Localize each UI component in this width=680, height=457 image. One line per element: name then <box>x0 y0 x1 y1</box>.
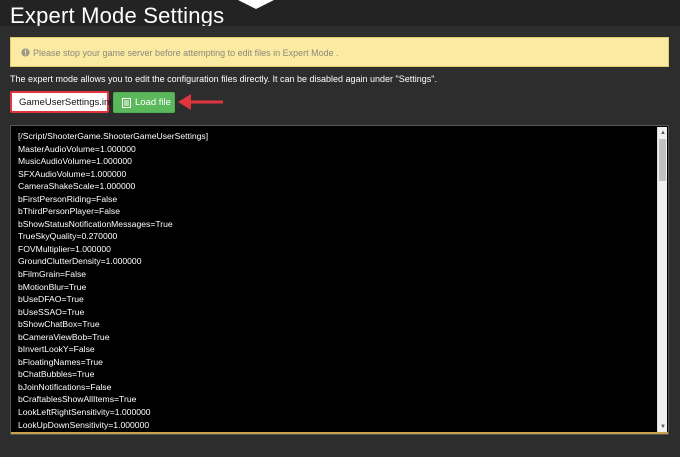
description-text: The expert mode allows you to edit the c… <box>10 74 437 84</box>
scroll-up-icon[interactable]: ▲ <box>659 128 667 138</box>
editor-line: bMotionBlur=True <box>18 281 87 292</box>
editor-line: LookUpDownSensitivity=1.000000 <box>18 419 150 430</box>
editor-line: MasterAudioVolume=1.000000 <box>18 143 136 154</box>
editor-line: bJoinNotifications=False <box>18 381 112 392</box>
editor-line: bFloatingNames=True <box>18 356 103 367</box>
editor-line: MusicAudioVolume=1.000000 <box>18 156 132 167</box>
warning-alert: Please stop your game server before atte… <box>10 37 669 67</box>
editor-line: bUseSSAO=True <box>18 306 85 317</box>
editor-line: bShowStatusNotificationMessages=True <box>18 218 173 229</box>
editor-line: SFXAudioVolume=1.000000 <box>18 168 127 179</box>
alert-text: Please stop your game server before atte… <box>33 48 339 58</box>
editor-line: bUseDFAO=True <box>18 294 84 305</box>
editor-line: bChatBubbles=True <box>18 369 95 380</box>
editor-bottom-border <box>11 432 668 434</box>
editor-line: bFirstPersonRiding=False <box>18 193 118 204</box>
editor-line: bCraftablesShowAllItems=True <box>18 394 137 405</box>
arrow-left-icon <box>178 94 223 110</box>
file-icon <box>122 98 131 108</box>
editor-line: CameraShakeScale=1.000000 <box>18 181 136 192</box>
editor-line: bInvertLookY=False <box>18 344 95 355</box>
editor-line: [/Script/ShooterGame.ShooterGameUserSett… <box>18 131 209 141</box>
editor-line: FOVMultiplier=1.000000 <box>18 243 111 254</box>
editor-scrollbar[interactable]: ▲ ▼ <box>657 127 667 433</box>
config-editor[interactable]: [/Script/ShooterGame.ShooterGameUserSett… <box>10 125 669 435</box>
header-notch-icon <box>238 0 274 9</box>
config-file-select[interactable]: GameUserSettings.ini <box>10 91 112 113</box>
editor-line: bFilmGrain=False <box>18 269 87 280</box>
editor-line: bCameraViewBob=True <box>18 331 110 342</box>
editor-line: bThirdPersonPlayer=False <box>18 206 120 217</box>
scroll-down-icon[interactable]: ▼ <box>659 422 667 432</box>
selected-file-name: GameUserSettings.ini <box>19 97 112 108</box>
editor-line: LookLeftRightSensitivity=1.000000 <box>18 407 151 418</box>
editor-line: TrueSkyQuality=0.270000 <box>18 231 118 242</box>
editor-text[interactable]: [/Script/ShooterGame.ShooterGameUserSett… <box>18 130 208 431</box>
load-file-button[interactable]: Load file <box>113 92 175 113</box>
editor-line: GroundClutterDensity=1.000000 <box>18 256 142 267</box>
scrollbar-thumb[interactable] <box>659 139 666 181</box>
editor-line: bShowChatBox=True <box>18 319 100 330</box>
load-file-label: Load file <box>135 97 171 108</box>
exclamation-circle-icon <box>21 48 30 57</box>
